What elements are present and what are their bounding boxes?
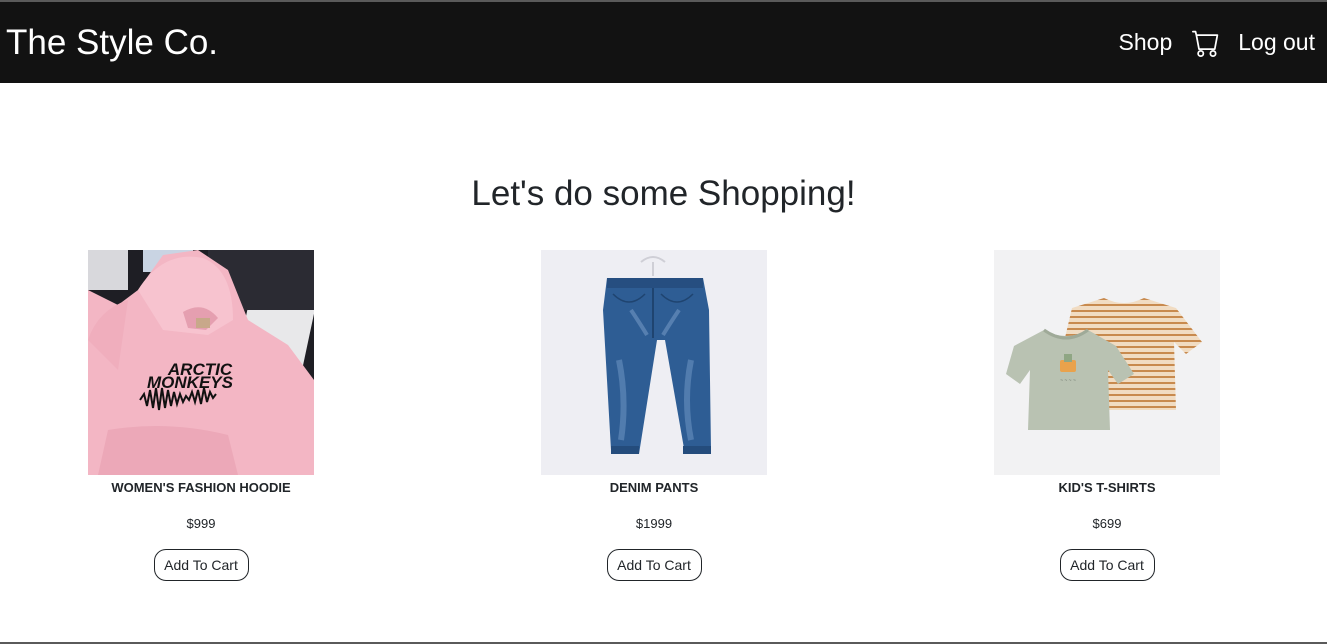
- product-price: $999: [186, 516, 216, 531]
- product-image-kids-tshirts[interactable]: ~ ~ ~ ~: [994, 250, 1220, 475]
- shop-link[interactable]: Shop: [1119, 29, 1173, 56]
- pink-hoodie-image: ARCTIC MONKEYS: [88, 250, 314, 475]
- product-name: WOMEN'S FASHION HOODIE: [111, 480, 291, 495]
- add-to-cart-button[interactable]: Add To Cart: [153, 549, 249, 581]
- product-card: ARCTIC MONKEYS WOMEN'S FASHION HOODIE $9…: [88, 250, 314, 581]
- logout-link[interactable]: Log out: [1238, 29, 1315, 56]
- navbar: The Style Co. Shop Log out: [0, 2, 1327, 83]
- product-name: KID'S T-SHIRTS: [1058, 480, 1156, 495]
- svg-text:MONKEYS: MONKEYS: [147, 373, 234, 392]
- product-image-hoodie[interactable]: ARCTIC MONKEYS: [88, 250, 314, 475]
- product-price: $699: [1092, 516, 1122, 531]
- kids-tshirts-image: ~ ~ ~ ~: [994, 250, 1220, 475]
- product-grid: ARCTIC MONKEYS WOMEN'S FASHION HOODIE $9…: [0, 250, 1327, 590]
- brand-logo[interactable]: The Style Co.: [6, 23, 218, 63]
- add-to-cart-button[interactable]: Add To Cart: [1059, 549, 1155, 581]
- product-card: ~ ~ ~ ~ KID'S T-SHIRTS $699 Add To Cart: [994, 250, 1220, 581]
- cart-icon: [1192, 30, 1219, 57]
- denim-jeans-image: [541, 250, 767, 475]
- product-image-denim[interactable]: [541, 250, 767, 475]
- product-price: $1999: [635, 516, 673, 531]
- nav-links: Shop Log out: [1119, 29, 1315, 57]
- svg-text:~ ~ ~ ~: ~ ~ ~ ~: [1060, 378, 1076, 384]
- product-card: DENIM PANTS $1999 Add To Cart: [541, 250, 767, 581]
- add-to-cart-button[interactable]: Add To Cart: [606, 549, 702, 581]
- page-title: Let's do some Shopping!: [471, 174, 856, 213]
- cart-link[interactable]: [1192, 29, 1220, 57]
- product-name: DENIM PANTS: [609, 480, 699, 495]
